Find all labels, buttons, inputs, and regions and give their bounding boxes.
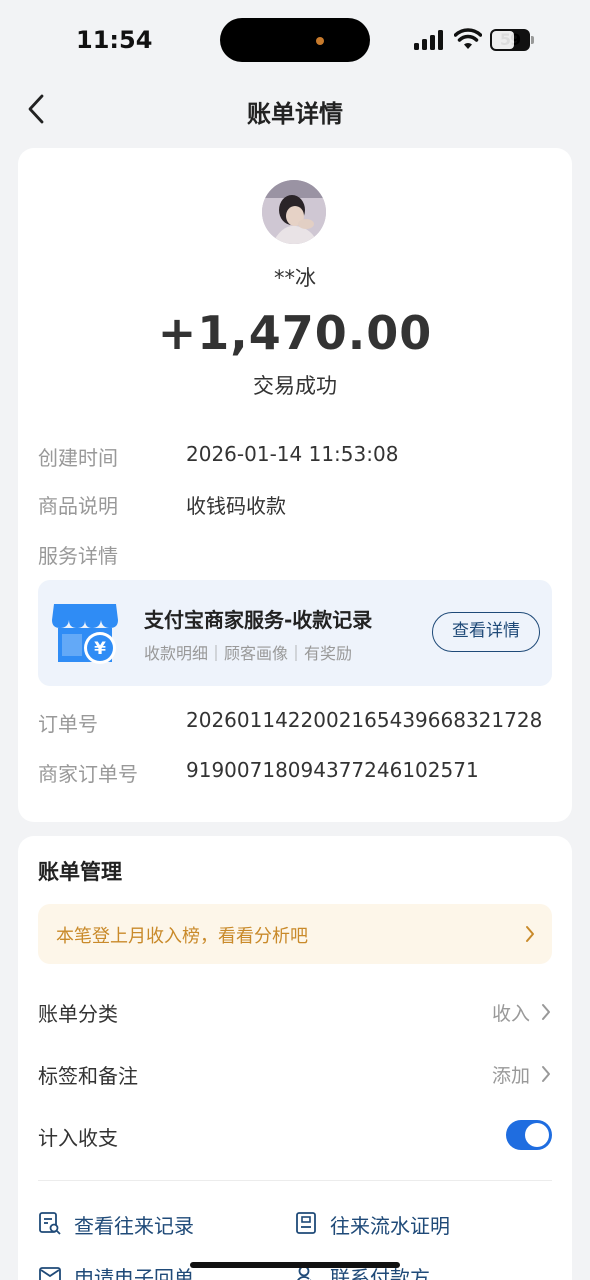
bill-category-label[interactable]: 账单分类 xyxy=(38,998,118,1027)
view-transaction-history-link[interactable]: 查看往来记录 xyxy=(38,1208,268,1238)
created-time-label: 创建时间 xyxy=(38,446,118,470)
chevron-right-icon[interactable] xyxy=(540,1002,552,1022)
toggle-knob xyxy=(525,1123,549,1147)
count-in-budget-toggle[interactable] xyxy=(506,1120,552,1150)
link-label: 查看往来记录 xyxy=(74,1214,194,1238)
order-number-value[interactable]: 2026011422002165439668321728 xyxy=(186,708,542,732)
mail-icon xyxy=(39,1267,61,1280)
camera-indicator-icon xyxy=(316,37,324,45)
chevron-right-icon xyxy=(526,926,534,942)
section-title: 账单管理 xyxy=(38,860,122,884)
merchant-order-label: 商家订单号 xyxy=(38,762,138,786)
svg-text:¥: ¥ xyxy=(94,639,106,659)
link-label: 往来流水证明 xyxy=(330,1214,450,1238)
transaction-status: 交易成功 xyxy=(253,374,337,398)
product-desc-value: 收钱码收款 xyxy=(186,494,286,518)
transaction-certificate-link[interactable]: 往来流水证明 xyxy=(294,1208,534,1238)
product-desc-label: 商品说明 xyxy=(38,494,118,518)
certificate-icon xyxy=(296,1212,316,1234)
merchant-service-banner[interactable]: ¥ 支付宝商家服务-收款记录 收款明细｜顾客画像｜有奖励 查看详情 xyxy=(38,580,552,686)
created-time-value: 2026-01-14 11:53:08 xyxy=(186,442,399,466)
transaction-amount: +1,470.00 xyxy=(157,306,433,360)
status-bar: 11:54 59 xyxy=(0,0,590,80)
payer-name: **冰 xyxy=(274,266,316,290)
battery-icon: 59 xyxy=(490,29,534,51)
payer-avatar[interactable] xyxy=(262,180,326,244)
home-indicator[interactable] xyxy=(190,1262,400,1268)
bill-management-card: 账单管理 本笔登上月收入榜，看看分析吧 账单分类 收入 标签和备注 添加 计入收… xyxy=(18,836,572,1280)
dynamic-island xyxy=(220,18,370,62)
service-detail-label: 服务详情 xyxy=(38,544,118,568)
page-title: 账单详情 xyxy=(247,100,343,128)
income-ranking-tip[interactable]: 本笔登上月收入榜，看看分析吧 xyxy=(38,904,552,964)
count-in-budget-label: 计入收支 xyxy=(38,1126,118,1150)
link-label: 申请电子回单 xyxy=(74,1266,194,1280)
merchant-order-value[interactable]: 919007180943772461025​71 xyxy=(186,758,479,782)
tags-notes-label[interactable]: 标签和备注 xyxy=(38,1060,138,1089)
tip-text: 本笔登上月收入榜，看看分析吧 xyxy=(56,926,308,947)
record-search-icon xyxy=(39,1212,61,1235)
merchant-shop-icon: ¥ xyxy=(52,604,118,664)
avatar-photo-icon xyxy=(262,180,326,244)
wifi-icon xyxy=(454,28,482,49)
service-title: 支付宝商家服务-收款记录 xyxy=(144,608,373,632)
battery-percent: 59 xyxy=(499,30,521,49)
cellular-signal-icon xyxy=(414,30,443,50)
divider xyxy=(38,1180,552,1181)
service-subtitle: 收款明细｜顾客画像｜有奖励 xyxy=(144,644,353,663)
order-number-label: 订单号 xyxy=(38,712,98,736)
view-details-button[interactable]: 查看详情 xyxy=(432,612,540,652)
status-time: 11:54 xyxy=(76,26,153,54)
navigation-bar: 账单详情 xyxy=(0,82,590,136)
chevron-right-icon[interactable] xyxy=(540,1064,552,1084)
transaction-detail-card: **冰 +1,470.00 交易成功 创建时间 2026-01-14 11:53… xyxy=(18,148,572,822)
tags-notes-value[interactable]: 添加 xyxy=(492,1061,530,1088)
bill-category-value[interactable]: 收入 xyxy=(492,999,530,1026)
